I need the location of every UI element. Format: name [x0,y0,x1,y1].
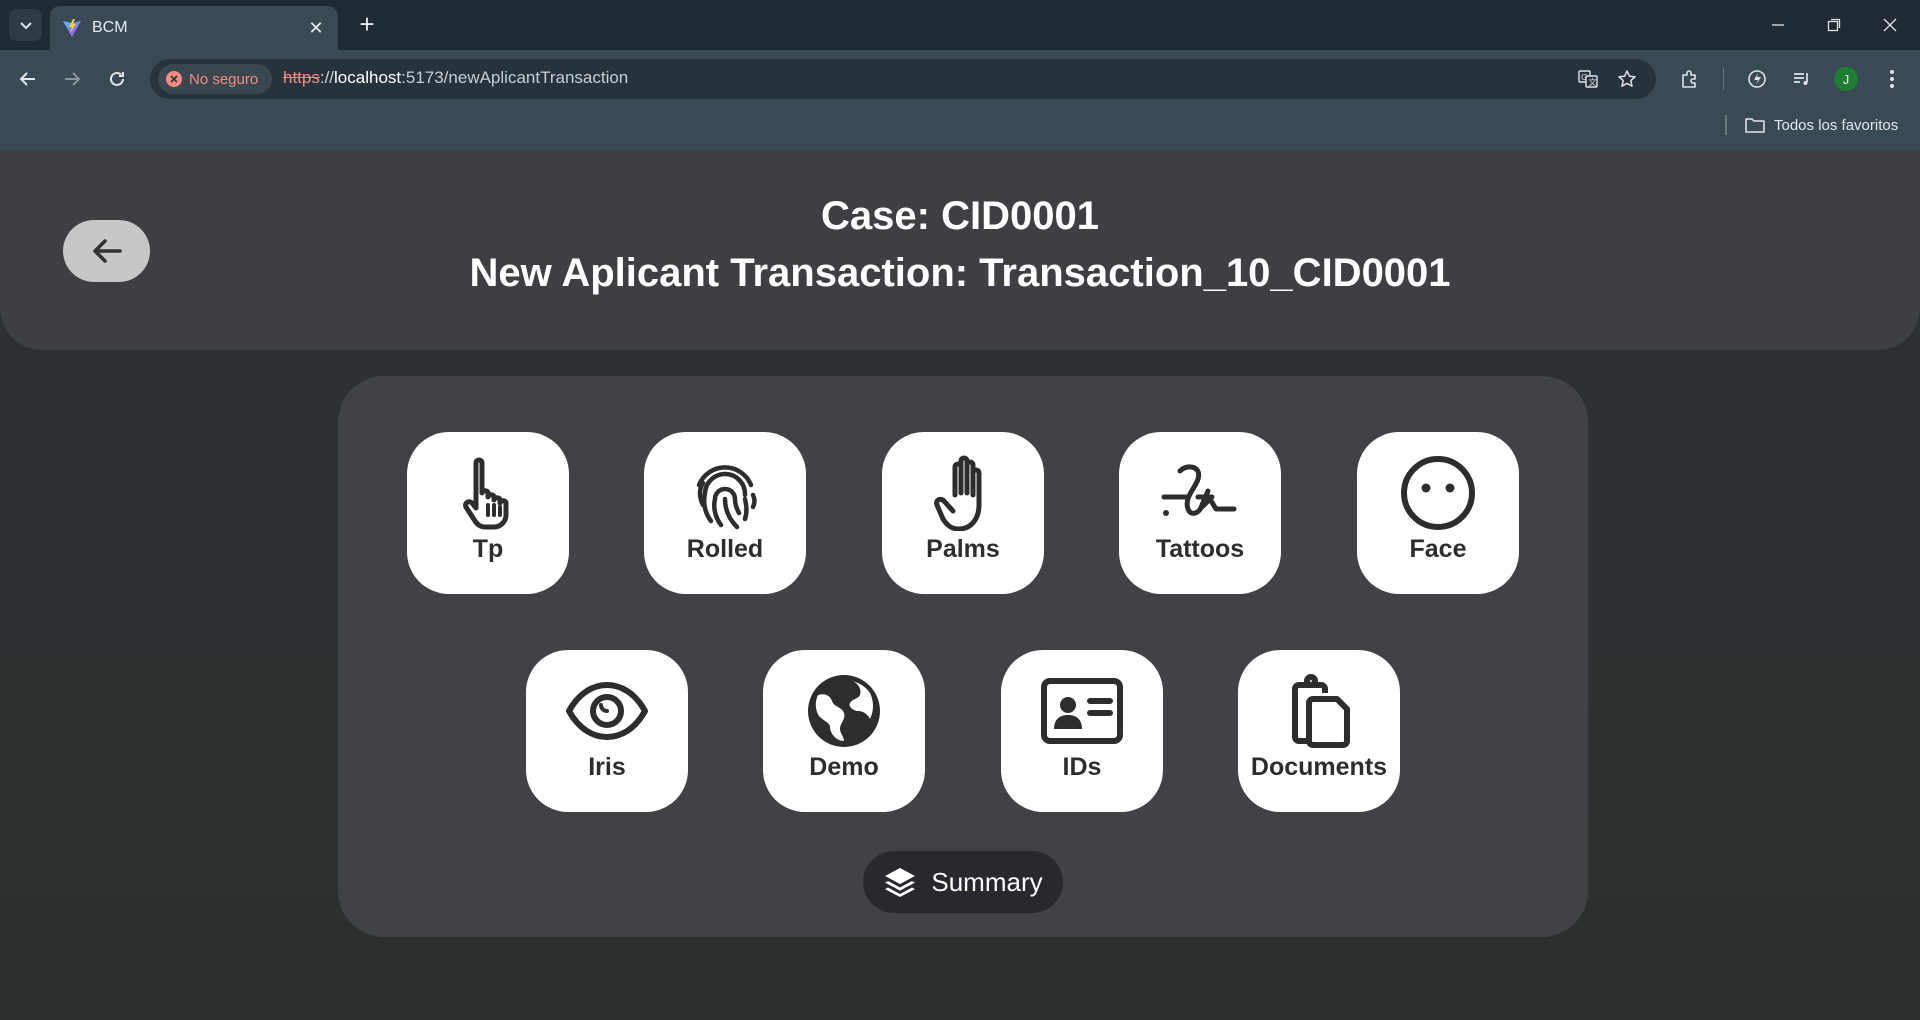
folder-icon [1745,118,1765,133]
globe-icon [808,675,880,747]
minimize-button[interactable] [1750,10,1806,40]
restore-button[interactable] [1806,10,1862,40]
tile-label: Palms [926,535,1000,563]
fingerprint-icon [696,465,757,530]
more-vertical-icon [1890,70,1894,88]
puzzle-icon [1682,70,1696,88]
tile-rolled[interactable]: Rolled [644,432,806,594]
security-label: No seguro [189,70,259,88]
tile-label: Rolled [686,535,764,563]
restore-icon [1827,18,1841,32]
layers-icon [885,868,916,897]
playlist-icon [1794,73,1808,85]
translate-icon: G文 [1578,70,1598,88]
url-text: https://localhost:5173/newAplicantTransa… [283,68,628,88]
signature-icon [1161,464,1237,516]
arrow-right-icon [65,72,81,86]
tile-iris[interactable]: Iris [526,650,688,812]
reload-icon [110,71,124,86]
speed-icon [1748,70,1766,88]
bookmark-folder-label: Todos los favoritos [1774,116,1899,134]
star-icon [1618,70,1636,87]
reload-button[interactable] [101,63,133,95]
url-protocol: https [283,68,320,87]
translate-button[interactable]: G文 [1572,63,1604,95]
forward-nav-button[interactable] [56,63,88,95]
bookmark-star-button[interactable] [1611,63,1643,95]
tile-palms[interactable]: Palms [882,432,1044,594]
tile-tattoos[interactable]: Tattoos [1119,432,1281,594]
tile-label: Documents [1250,753,1388,781]
extensions-button[interactable] [1674,63,1706,95]
arrow-left-icon [19,72,35,86]
bookmarks-separator [1725,115,1727,135]
back-nav-button[interactable] [12,63,44,95]
tab-title: BCM [92,19,128,36]
tile-tp[interactable]: Tp [407,432,569,594]
media-control-button[interactable] [1786,63,1818,95]
browser-tab[interactable]: BCM ✕ [50,6,338,50]
security-chip[interactable]: No seguro [158,64,272,94]
eye-icon [566,682,648,740]
face-icon [1401,456,1475,530]
tile-label: Demo [809,753,879,781]
tile-label: Iris [588,753,626,781]
tab-close-button[interactable]: ✕ [306,18,326,39]
summary-button[interactable]: Summary [863,851,1063,913]
id-card-icon [1041,678,1123,744]
url-host: localhost [334,68,402,87]
new-tab-button[interactable]: + [352,10,382,40]
page-viewport: Case: CID0001 New Aplicant Transaction: … [0,150,1920,1020]
clipboard-icon [1292,674,1350,748]
svg-text:G: G [1581,73,1587,82]
chevron-down-icon [19,22,32,30]
tile-demo[interactable]: Demo [763,650,925,812]
tile-face[interactable]: Face [1357,432,1519,594]
svg-text:文: 文 [1589,77,1597,87]
tile-ids[interactable]: IDs [1001,650,1163,812]
performance-button[interactable] [1741,63,1773,95]
tab-search-button[interactable] [9,9,42,41]
hand-palm-icon [934,455,982,531]
case-title: Case: CID0001 [821,194,1099,238]
warning-x-icon [166,71,182,87]
tile-label: Tp [472,535,504,563]
close-icon [1883,18,1897,32]
page-header: Case: CID0001 New Aplicant Transaction: … [0,150,1920,350]
browser-menu-button[interactable] [1876,63,1908,95]
summary-label: Summary [931,866,1043,897]
tile-label: Tattoos [1155,535,1245,563]
vite-logo-icon [63,19,81,37]
tile-documents[interactable]: Documents [1238,650,1400,812]
transaction-title: New Aplicant Transaction: Transaction_10… [469,251,1451,295]
bookmark-folder-all[interactable]: Todos los favoritos [1745,113,1898,137]
url-separator: :// [319,68,335,87]
close-window-button[interactable] [1862,10,1918,40]
minimize-icon [1772,24,1784,26]
bookmarks-bar [0,100,1920,150]
toolbar-separator [1723,68,1724,90]
pointing-hand-icon [463,457,509,530]
url-path: :5173/newAplicantTransaction [401,68,629,87]
tile-label: IDs [1062,753,1102,781]
profile-avatar[interactable]: J [1834,67,1858,91]
tile-label: Face [1409,535,1467,563]
